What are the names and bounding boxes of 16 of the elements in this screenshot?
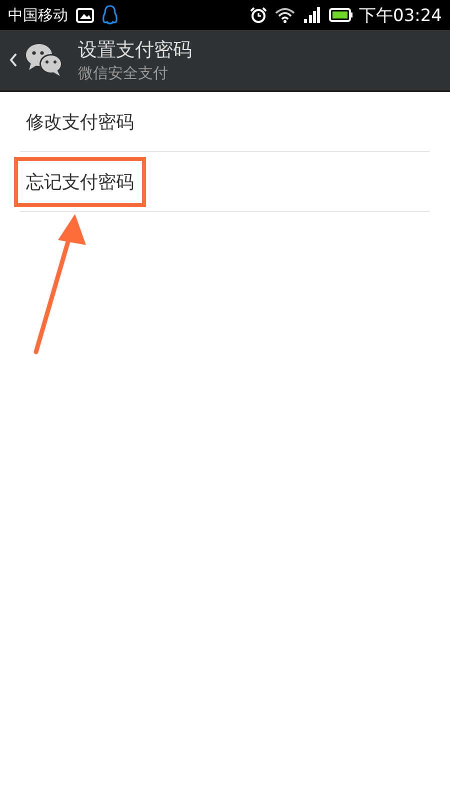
page-subtitle: 微信安全支付 [78, 63, 169, 83]
alarm-icon [250, 6, 267, 24]
image-icon [76, 8, 94, 22]
back-icon [8, 51, 18, 69]
page-title: 设置支付密码 [78, 38, 192, 63]
item-label: 修改支付密码 [25, 110, 135, 134]
battery-icon [329, 8, 353, 22]
penguin-icon [102, 5, 118, 25]
menu-item[interactable]: 忘记支付密码 [20, 152, 430, 212]
highlighted-label: 忘记支付密码 [14, 156, 146, 206]
menu-item[interactable]: 修改支付密码 [20, 92, 430, 152]
clock-time: 下午03:24 [359, 4, 442, 26]
chat-bubbles-icon [24, 42, 64, 78]
wifi-icon [275, 7, 295, 23]
signal-icon [303, 7, 321, 23]
carrier-name: 中国移动 [8, 6, 68, 24]
